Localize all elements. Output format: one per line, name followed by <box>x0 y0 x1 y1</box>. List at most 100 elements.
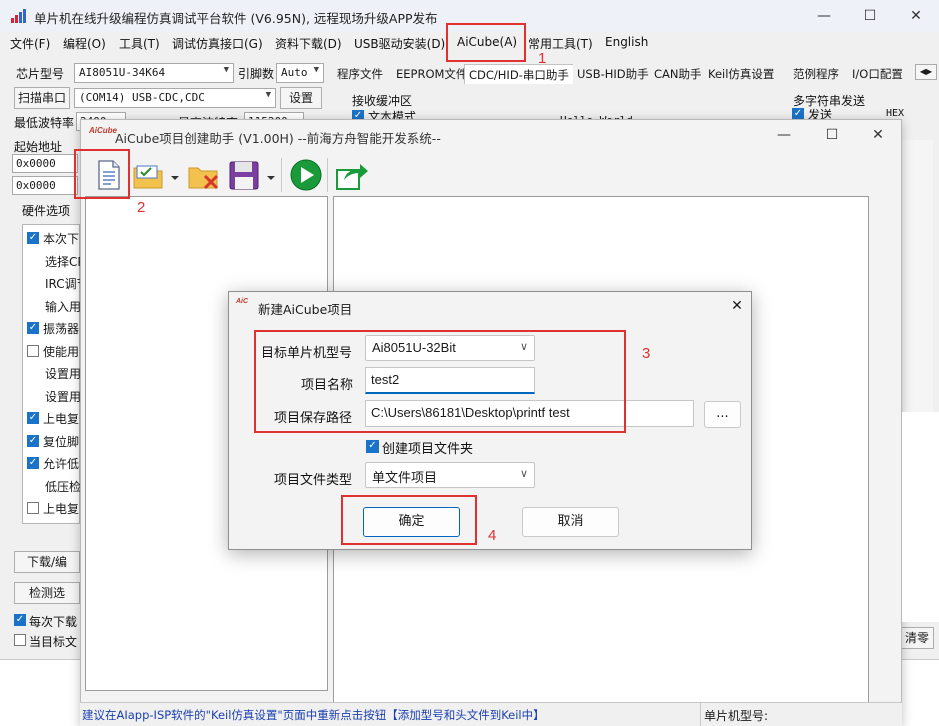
menu-download[interactable]: 资料下载(D) <box>275 35 342 52</box>
export-icon[interactable] <box>334 158 370 192</box>
port-value: (COM14) USB-CDC,CDC <box>79 91 205 104</box>
setup-button[interactable]: 设置 <box>280 87 322 109</box>
project-name-input[interactable]: test2 <box>365 367 535 394</box>
close-project-icon[interactable] <box>186 158 222 192</box>
run-icon[interactable] <box>288 158 324 192</box>
aicube-minimize-button[interactable]: — <box>761 120 807 150</box>
tab-usb-hid[interactable]: USB-HID助手 <box>573 64 653 84</box>
menu-aicube[interactable]: AiCube(A) <box>457 35 517 49</box>
menu-english[interactable]: English <box>605 35 648 49</box>
tab-scroll-arrows[interactable]: ◀▶ <box>915 64 937 80</box>
toolbar-divider <box>281 158 282 192</box>
hardware-option-checkbox[interactable]: ✓ <box>27 457 39 469</box>
hardware-option-label: 振荡器 <box>43 322 80 336</box>
annotation-number-4: 4 <box>488 527 497 544</box>
status-divider <box>700 703 701 726</box>
chip-label: 芯片型号 <box>16 67 65 81</box>
hardware-option-label: 本次下 <box>43 232 80 246</box>
every-download-checkbox[interactable]: ✓ <box>14 614 26 626</box>
chevron-down-icon: ∨ <box>519 468 528 480</box>
aicube-logo: AiCube <box>89 127 117 135</box>
port-select[interactable]: (COM14) USB-CDC,CDC ▼ <box>74 88 276 108</box>
tab-cdc-hid-serial[interactable]: CDC/HID-串口助手 <box>464 64 574 84</box>
tab-program-file[interactable]: 程序文件 <box>333 64 387 84</box>
ok-button[interactable]: 确定 <box>363 507 460 537</box>
close-button[interactable]: ✕ <box>893 0 939 32</box>
hardware-option-label: 选择CP <box>45 254 85 269</box>
app-signal-icon <box>11 9 26 23</box>
hardware-option-label: 使能用 <box>43 344 80 359</box>
pin-label: 引脚数 <box>238 67 275 81</box>
start-address-field[interactable]: 0x0000 <box>12 154 78 173</box>
hardware-option-checkbox[interactable]: ✓ <box>27 434 39 447</box>
aicube-window-title: AiCube项目创建助手 (V1.00H) --前海方舟智能开发系统-- <box>115 131 441 146</box>
clear-button[interactable]: 清零 <box>900 627 934 649</box>
main-window-title: 单片机在线升级编程仿真调试平台软件 (V6.95N), 远程现场升级APP发布 <box>34 11 438 26</box>
hardware-option-label: 设置用 <box>45 389 82 404</box>
chevron-down-icon: ▼ <box>223 65 229 75</box>
maximize-button[interactable]: ☐ <box>847 0 893 32</box>
menu-file[interactable]: 文件(F) <box>10 35 50 52</box>
download-button[interactable]: 下载/编 <box>14 551 80 573</box>
hardware-option-checkbox[interactable] <box>27 344 39 357</box>
hardware-option-label: 上电复 <box>43 412 80 426</box>
current-target-label: 当目标文 <box>29 635 78 649</box>
hardware-option-label: 允许低 <box>43 457 80 471</box>
dialog-close-icon[interactable]: ✕ <box>725 294 749 318</box>
tab-eeprom-file[interactable]: EEPROM文件 <box>392 64 472 84</box>
status-bar: 建议在AIapp-ISP软件的"Keil仿真设置"页面中重新点击按钮【添加型号和… <box>80 702 902 726</box>
hardware-option-label: 复位脚 <box>43 434 80 449</box>
hardware-option-label: 上电复 <box>43 502 80 516</box>
toolbar-divider <box>327 158 328 192</box>
hardware-option-checkbox[interactable]: ✓ <box>27 232 39 244</box>
detect-button[interactable]: 检测选 <box>14 582 80 604</box>
annotation-number-3: 3 <box>642 345 651 362</box>
aicube-close-button[interactable]: ✕ <box>855 120 901 150</box>
tab-keil-settings[interactable]: Keil仿真设置 <box>704 64 779 84</box>
dialog-logo: AiC <box>236 298 249 305</box>
file-type-select[interactable]: 单文件项目 ∨ <box>365 462 535 488</box>
receive-buffer-label: 接收缓冲区 <box>352 94 413 108</box>
menubar: 文件(F) 编程(O) 工具(T) 调试仿真接口(G) 资料下载(D) USB驱… <box>0 32 939 54</box>
aicube-logo-text: AiCube <box>89 126 117 135</box>
scan-port-button[interactable]: 扫描串口 <box>14 87 70 109</box>
browse-button[interactable]: ... <box>704 401 741 428</box>
cancel-button[interactable]: 取消 <box>522 507 619 537</box>
hardware-option-checkbox[interactable] <box>27 502 39 514</box>
menu-tools[interactable]: 工具(T) <box>119 35 160 52</box>
chip-select[interactable]: AI8051U-34K64 ▼ <box>74 63 234 83</box>
chip-value: AI8051U-34K64 <box>79 66 166 79</box>
minimize-button[interactable]: — <box>801 0 847 32</box>
save-path-label: 项目保存路径 <box>274 411 353 426</box>
new-project-icon[interactable] <box>90 158 126 192</box>
tab-io-config[interactable]: I/O口配置 <box>848 64 907 84</box>
annotation-number-2: 2 <box>137 199 146 216</box>
pin-value: Auto <box>281 66 308 79</box>
start-address-label: 起始地址 <box>14 140 63 154</box>
open-project-icon[interactable] <box>131 158 181 192</box>
project-name-label: 项目名称 <box>301 378 354 393</box>
annotation-number-1: 1 <box>538 50 547 67</box>
hardware-option-checkbox[interactable]: ✓ <box>27 412 39 424</box>
pin-select[interactable]: Auto ▼ <box>276 63 324 83</box>
menu-usb-driver[interactable]: USB驱动安装(D) <box>354 35 445 52</box>
file-type-label: 项目文件类型 <box>274 473 353 488</box>
hardware-option-checkbox[interactable]: ✓ <box>27 322 39 334</box>
hardware-option-label: 低压检 <box>45 479 82 494</box>
aicube-maximize-button[interactable]: ☐ <box>809 120 855 150</box>
create-folder-label: 创建项目文件夹 <box>382 442 474 457</box>
tab-can[interactable]: CAN助手 <box>650 64 706 84</box>
save-path-input[interactable]: C:\Users\86181\Desktop\printf test <box>365 400 694 427</box>
mcu-model-label: 目标单片机型号 <box>261 346 353 361</box>
save-project-icon[interactable] <box>227 158 277 192</box>
menu-program[interactable]: 编程(O) <box>63 35 106 52</box>
main-titlebar: 单片机在线升级编程仿真调试平台软件 (V6.95N), 远程现场升级APP发布 … <box>0 0 939 32</box>
create-folder-checkbox[interactable]: ✓ <box>366 440 379 453</box>
mcu-model-value: Ai8051U-32Bit <box>372 340 456 355</box>
menu-debug[interactable]: 调试仿真接口(G) <box>172 35 263 52</box>
dialog-title: 新建AiCube项目 <box>258 302 353 317</box>
mcu-model-select[interactable]: Ai8051U-32Bit ∨ <box>365 335 535 361</box>
current-target-checkbox[interactable] <box>14 634 26 646</box>
end-address-field[interactable]: 0x0000 <box>12 176 78 195</box>
tab-examples[interactable]: 范例程序 <box>789 64 843 84</box>
